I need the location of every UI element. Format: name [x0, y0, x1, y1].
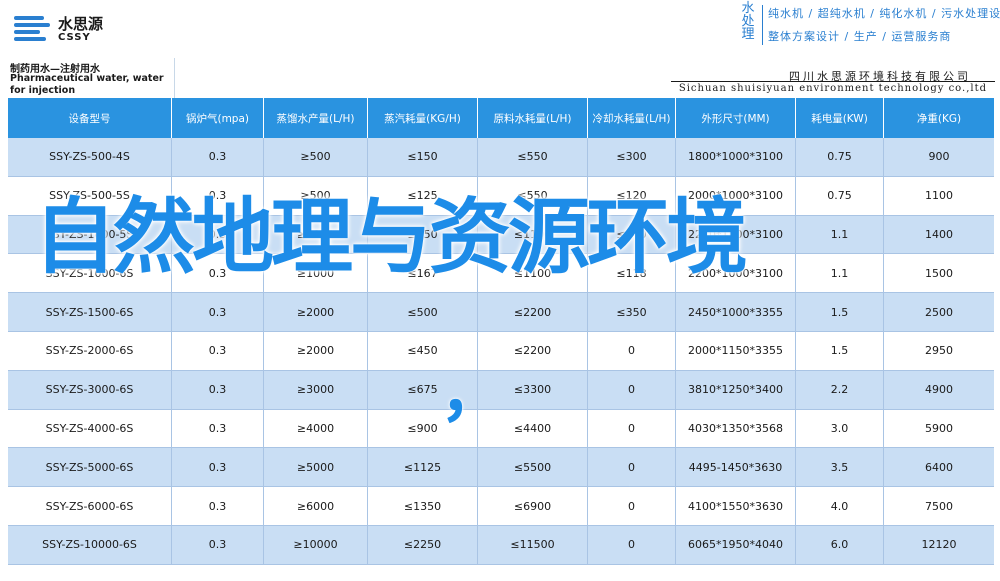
cell-cooling-water: ≤350	[588, 293, 676, 331]
overlay-punctuation: ，	[440, 357, 504, 431]
table-row: SSY-ZS-5000-6S 0.3 ≥5000 ≤1125 ≤5500 0 4495-14…	[8, 448, 994, 488]
cell-feed-water: ≤11500	[478, 525, 588, 564]
cell-dimensions: 2000*1150*3355	[676, 331, 796, 370]
brand-vertical-label: 水 处 理	[741, 1, 755, 42]
cell-steam-consumption: ≤150	[368, 138, 478, 176]
company-logo[interactable]: 水思源 CSSY	[14, 10, 110, 48]
cell-feed-water: ≤2200	[478, 293, 588, 331]
header-power: 耗电量(KW)	[796, 98, 884, 138]
cell-distilled-output: ≥10000	[264, 525, 368, 564]
cell-boiler-steam: 0.3	[172, 409, 264, 448]
spec-table: 设备型号 锅炉气(mpa) 蒸馏水产量(L/H) 蒸汽耗量(KG/H) 原料水耗…	[8, 98, 994, 565]
cell-net-weight: 7500	[925, 499, 953, 513]
cell-distilled-output: ≥500	[264, 138, 368, 176]
header-cooling-water: 冷却水耗量(L/H)	[588, 98, 676, 138]
table-row: SSY-ZS-500-4S 0.3 ≥500 ≤150 ≤550 ≤300 1800*100…	[8, 138, 994, 177]
cell-dimensions: 4100*1550*3630	[676, 487, 796, 525]
cell-dimensions: 3810*1250*3400	[676, 370, 796, 409]
company-name-en: Sichuan shuisiyuan environment technolog…	[678, 83, 987, 94]
cell-distilled-output: ≥3000	[264, 370, 368, 409]
header-distilled-output: 蒸馏水产量(L/H)	[264, 98, 368, 138]
header-boiler-steam: 锅炉气(mpa)	[172, 98, 264, 138]
cell-feed-water: ≤550	[478, 138, 588, 176]
cell-cooling-water: 0	[588, 409, 676, 448]
cell-dimensions: 2450*1000*3355	[676, 293, 796, 331]
cell-net-weight: 4900	[925, 383, 953, 397]
header-net-weight: 净重(KG)	[916, 112, 962, 125]
cell-model: SSY-ZS-4000-6S	[8, 409, 172, 448]
cell-cooling-water: ≤300	[588, 138, 676, 176]
cell-boiler-steam: 0.3	[172, 331, 264, 370]
cell-net-weight: 900	[928, 150, 950, 164]
cell-power: 2.2	[796, 370, 884, 409]
cell-power: 0.75	[796, 138, 884, 176]
brand-services: 整体方案设计 / 生产 / 运营服务商	[768, 30, 952, 43]
cell-boiler-steam: 0.3	[172, 293, 264, 331]
cell-model: SSY-ZS-10000-6S	[8, 525, 172, 564]
cell-net-weight: 12120	[921, 538, 957, 552]
header-steam-consumption: 蒸汽耗量(KG/H)	[368, 98, 478, 138]
cell-power: 1.5	[796, 293, 884, 331]
cell-model: SSY-ZS-2000-6S	[8, 331, 172, 370]
cell-steam-consumption: ≤1125	[368, 448, 478, 487]
brand-products: 纯水机 / 超纯水机 / 纯化水机 / 污水处理设备	[768, 7, 1000, 20]
cell-power: 4.0	[796, 487, 884, 525]
cell-power: 1.5	[796, 331, 884, 370]
cell-model: SSY-ZS-5000-6S	[8, 448, 172, 487]
brand-slogan: 水 处 理 纯水机 / 超纯水机 / 纯化水机 / 污水处理设备 整体方案设计 …	[738, 2, 1000, 50]
cell-feed-water: ≤6900	[478, 487, 588, 525]
cell-boiler-steam: 0.3	[172, 448, 264, 487]
header-feed-water: 原料水耗量(L/H)	[478, 98, 588, 138]
cell-net-weight: 6400	[925, 460, 953, 474]
company-divider	[671, 81, 995, 82]
cell-steam-consumption: ≤1350	[368, 487, 478, 525]
cell-model: SSY-ZS-1500-6S	[8, 293, 172, 331]
cell-model: SSY-ZS-500-4S	[8, 138, 172, 176]
cell-dimensions: 6065*1950*4040	[676, 525, 796, 564]
cell-cooling-water: 0	[588, 525, 676, 564]
cell-distilled-output: ≥2000	[264, 331, 368, 370]
logo-text-cn: 水思源	[58, 15, 104, 33]
header-model: 设备型号	[8, 98, 172, 138]
logo-text-en: CSSY	[58, 32, 91, 43]
table-row: SSY-ZS-1500-6S 0.3 ≥2000 ≤500 ≤2200 ≤350 2450*…	[8, 293, 994, 332]
cell-cooling-water: 0	[588, 448, 676, 487]
company-banner: 四川水思源环境科技有限公司 Sichuan shuisiyuan environ…	[174, 58, 995, 98]
cell-steam-consumption: ≤500	[368, 293, 478, 331]
table-title: 制药用水—注射用水 Pharmaceutical water, water fo…	[8, 58, 172, 98]
cell-cooling-water: 0	[588, 370, 676, 409]
cell-model: SSY-ZS-6000-6S	[8, 487, 172, 525]
cell-boiler-steam: 0.3	[172, 138, 264, 176]
cell-boiler-steam: 0.3	[172, 370, 264, 409]
cell-cooling-water: 0	[588, 487, 676, 525]
cell-distilled-output: ≥4000	[264, 409, 368, 448]
cell-net-weight: 2500	[925, 305, 953, 319]
cell-steam-consumption: ≤2250	[368, 525, 478, 564]
cell-distilled-output: ≥5000	[264, 448, 368, 487]
cell-power: 3.5	[796, 448, 884, 487]
cell-dimensions: 4030*1350*3568	[676, 409, 796, 448]
cell-distilled-output: ≥6000	[264, 487, 368, 525]
table-title-en: Pharmaceutical water, water for injectio…	[10, 73, 164, 96]
brand-bar: 水思源 CSSY 水 处 理 纯水机 / 超纯水机 / 纯化水机 / 污水处理设…	[0, 0, 1000, 57]
cell-distilled-output: ≥2000	[264, 293, 368, 331]
cell-power: 6.0	[796, 525, 884, 564]
cell-dimensions: 1800*1000*3100	[676, 138, 796, 176]
cell-dimensions: 4495-1450*3630	[676, 448, 796, 487]
cell-model: SSY-ZS-3000-6S	[8, 370, 172, 409]
table-row: SSY-ZS-6000-6S 0.3 ≥6000 ≤1350 ≤6900 0 4100*15…	[8, 487, 994, 526]
table-header-row: 设备型号 锅炉气(mpa) 蒸馏水产量(L/H) 蒸汽耗量(KG/H) 原料水耗…	[8, 98, 994, 138]
table-row: SSY-ZS-10000-6S 0.3 ≥10000 ≤2250 ≤11500 0 6065…	[8, 525, 994, 565]
header-dimensions: 外形尺寸(MM)	[676, 98, 796, 138]
cell-boiler-steam: 0.3	[172, 525, 264, 564]
overlay-title: 自然地理与资源环境	[34, 190, 748, 285]
cell-net-weight: 5900	[925, 421, 953, 435]
cell-boiler-steam: 0.3	[172, 487, 264, 525]
cell-net-weight: 2950	[925, 344, 953, 358]
cell-power: 3.0	[796, 409, 884, 448]
brand-divider	[762, 5, 763, 45]
logo-icon	[14, 16, 50, 42]
cell-feed-water: ≤5500	[478, 448, 588, 487]
cell-cooling-water: 0	[588, 331, 676, 370]
